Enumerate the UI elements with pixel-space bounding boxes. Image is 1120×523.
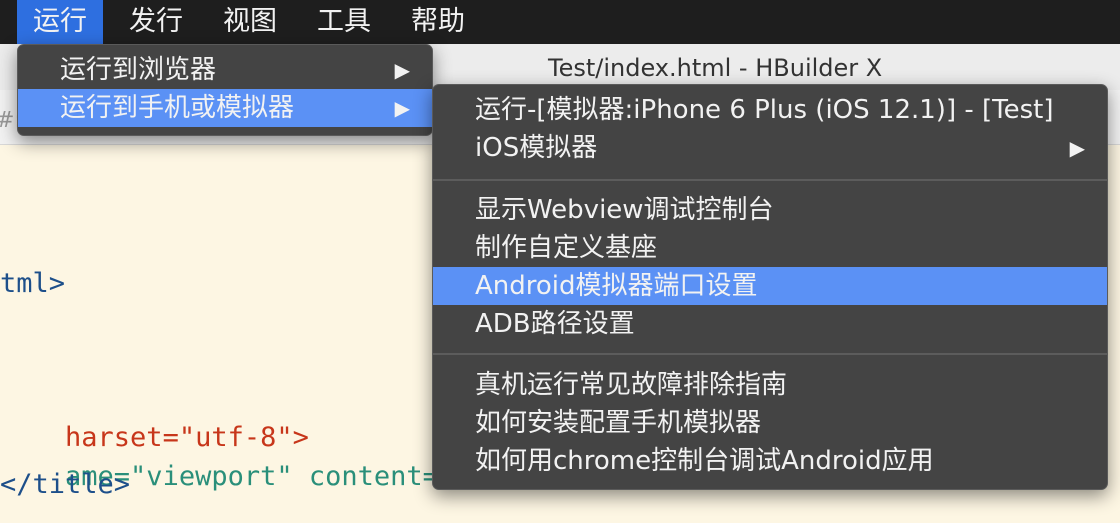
menu-item-label: 运行到手机或模拟器 [60, 93, 295, 123]
menu-run[interactable]: 运行 [17, 0, 103, 44]
menu-help[interactable]: 帮助 [395, 0, 481, 44]
menu-item-run-to-browser[interactable]: 运行到浏览器 ▶ [18, 51, 432, 89]
menu-item-install-simulator-guide[interactable]: 如何安装配置手机模拟器 [433, 404, 1107, 442]
menu-item-custom-base[interactable]: 制作自定义基座 [433, 229, 1107, 267]
menu-item-webview-console[interactable]: 显示Webview调试控制台 [433, 191, 1107, 229]
menu-separator [433, 353, 1107, 355]
menu-publish[interactable]: 发行 [113, 0, 199, 44]
menu-item-chrome-debug-guide[interactable]: 如何用chrome控制台调试Android应用 [433, 442, 1107, 480]
menu-item-troubleshooting-guide[interactable]: 真机运行常见故障排除指南 [433, 366, 1107, 404]
triangle-right-icon: ▶ [394, 96, 410, 120]
menu-bar: 运行 发行 视图 工具 帮助 [0, 0, 1120, 44]
menu-item-label: ADB路径设置 [475, 309, 635, 339]
menu-item-adb-path[interactable]: ADB路径设置 [433, 305, 1107, 343]
menu-item-label: 运行到浏览器 [60, 55, 217, 85]
menu-view[interactable]: 视图 [207, 0, 293, 44]
menu-separator [433, 179, 1107, 181]
menu-tools[interactable]: 工具 [301, 0, 387, 44]
menu-item-label: 如何用chrome控制台调试Android应用 [475, 446, 934, 476]
menu-item-ios-simulator[interactable]: iOS模拟器 ▶ [433, 129, 1107, 167]
menu-item-android-port-settings[interactable]: Android模拟器端口设置 [433, 267, 1107, 305]
menu-item-run-to-device[interactable]: 运行到手机或模拟器 ▶ [18, 89, 432, 127]
menu-item-run-simulator[interactable]: 运行-[模拟器:iPhone 6 Plus (iOS 12.1)] - [Tes… [433, 91, 1107, 129]
menu-item-label: 运行-[模拟器:iPhone 6 Plus (iOS 12.1)] - [Tes… [475, 95, 1054, 125]
device-submenu: 运行-[模拟器:iPhone 6 Plus (iOS 12.1)] - [Tes… [432, 84, 1108, 490]
code-line: tml> [0, 268, 66, 299]
triangle-right-icon: ▶ [394, 58, 410, 82]
menu-item-label: 真机运行常见故障排除指南 [475, 370, 788, 400]
code-line: </title> [0, 469, 131, 500]
menu-item-label: 如何安装配置手机模拟器 [475, 408, 762, 438]
menu-item-label: Android模拟器端口设置 [475, 271, 758, 301]
menu-item-label: 显示Webview调试控制台 [475, 195, 774, 225]
triangle-right-icon: ▶ [1069, 136, 1085, 160]
menu-item-label: 制作自定义基座 [475, 233, 658, 263]
window-title: Test/index.html - HBuilder X [548, 54, 883, 82]
run-menu-dropdown: 运行到浏览器 ▶ 运行到手机或模拟器 ▶ [17, 44, 433, 136]
menu-item-label: iOS模拟器 [475, 133, 598, 163]
